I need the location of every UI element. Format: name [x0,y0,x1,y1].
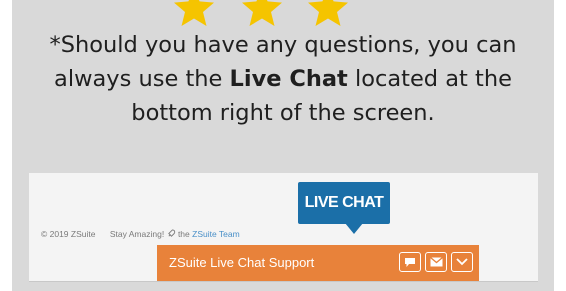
star-rating [12,0,554,26]
team-link[interactable]: ZSuite Team [192,229,240,239]
bubble-tail [345,223,363,234]
mail-button[interactable] [425,252,447,272]
mail-icon [429,257,443,267]
info-card: *Should you have any questions, you can … [12,0,554,291]
tagline-from: the [177,229,190,239]
minimize-button[interactable] [451,252,473,272]
chat-bar[interactable]: ZSuite Live Chat Support [157,245,479,281]
star-icon [242,0,282,26]
tagline-text: Stay Amazing! [109,229,165,239]
chat-button[interactable] [399,252,421,272]
website-screenshot: © 2019 ZSuite Stay Amazing! the ZSuite T… [29,173,538,282]
site-footer: © 2019 ZSuite Stay Amazing! the ZSuite T… [41,229,240,239]
notice-bold: Live Chat [229,66,348,92]
chevron-down-icon [456,258,468,266]
rocket-icon [167,229,175,237]
help-notice: *Should you have any questions, you can … [12,28,554,130]
chat-icon [405,257,415,267]
chat-bar-title: ZSuite Live Chat Support [169,255,315,270]
live-chat-label: LIVE CHAT [304,194,384,211]
star-icon [174,0,214,26]
live-chat-bubble[interactable]: LIVE CHAT [298,182,390,224]
star-icon [308,0,348,26]
copyright-text: © 2019 ZSuite [41,229,96,239]
